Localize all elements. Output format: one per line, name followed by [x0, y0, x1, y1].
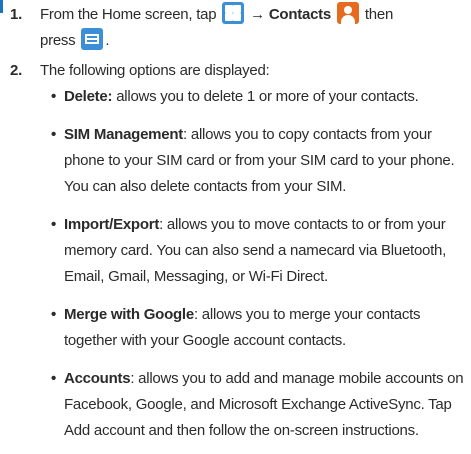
step-1-period: . — [105, 32, 110, 49]
contacts-person-icon — [336, 2, 359, 24]
option-description: allows you to delete 1 or more of your c… — [112, 88, 419, 105]
bullet-dot: • — [51, 306, 57, 323]
apps-grid-icon — [222, 2, 245, 24]
option-merge-with-google: • Merge with Google: allows you to merge… — [51, 302, 465, 354]
step-2-text: The following options are displayed: — [40, 62, 270, 79]
option-term: Merge with Google — [64, 306, 194, 323]
bullet-dot: • — [51, 88, 57, 105]
step-number: 1. — [10, 6, 23, 23]
menu-key-icon — [81, 28, 104, 50]
option-sim-management: • SIM Management: allows you to copy con… — [51, 122, 465, 200]
contacts-label: Contacts — [268, 6, 332, 23]
step-1-press: press — [40, 32, 76, 49]
bullet-dot: • — [51, 216, 57, 233]
step-1-text: From the Home screen, tap → Contacts the… — [40, 2, 465, 54]
option-import-export: • Import/Export: allows you to move cont… — [51, 212, 465, 290]
bullet-dot: • — [51, 370, 57, 387]
page-edge-marker — [0, 0, 3, 13]
step-1-then: then — [364, 6, 394, 23]
step-number: 2. — [10, 62, 23, 79]
option-term: Accounts — [64, 370, 131, 387]
bullet-dot: • — [51, 126, 57, 143]
step-1-intro: From the Home screen, tap — [40, 6, 217, 23]
option-term: SIM Management — [64, 126, 184, 143]
option-term: Delete: — [64, 88, 113, 105]
arrow-glyph: → — [250, 6, 265, 23]
option-accounts: • Accounts: allows you to add and manage… — [51, 366, 465, 444]
option-term: Import/Export — [64, 216, 160, 233]
option-delete: • Delete: allows you to delete 1 or more… — [51, 84, 465, 110]
